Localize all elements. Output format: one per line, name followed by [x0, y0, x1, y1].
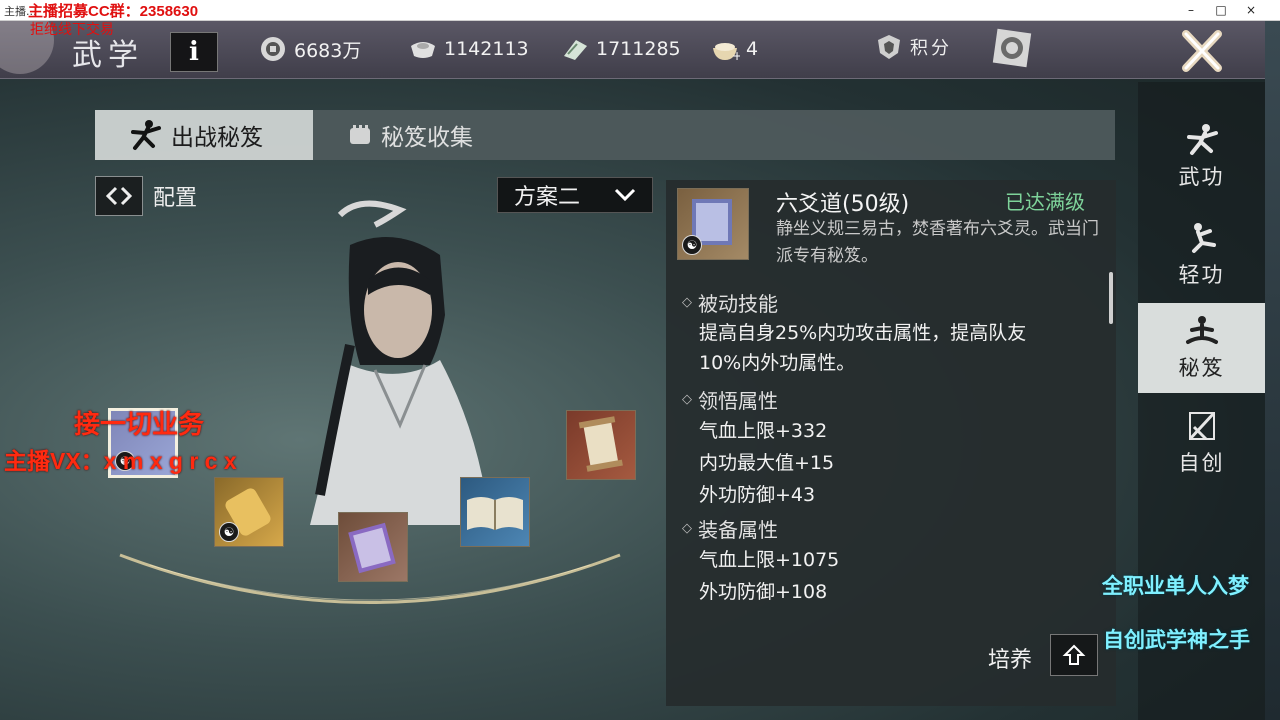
resource-silver: 1142113 — [408, 35, 529, 63]
plan-selected-value: 方案二 — [514, 185, 581, 210]
resource-value: 4 — [746, 38, 759, 60]
section-title-text: 装备属性 — [698, 518, 778, 542]
nav-label: 秘笈 — [1178, 356, 1225, 380]
section-title-text: 领悟属性 — [698, 389, 778, 413]
book-name: 六爻道(50级) — [776, 192, 910, 217]
tab-label: 秘笈收集 — [381, 125, 473, 151]
yin-yang-icon: ☯ — [682, 235, 702, 255]
tab-active-books[interactable]: 出战秘笈 — [95, 110, 313, 160]
info-button[interactable]: i — [170, 32, 218, 72]
section-line: 气血上限+332 — [699, 420, 828, 442]
section-passive-title: ◇ 被动技能 — [682, 288, 778, 317]
nav-secret-books[interactable]: 秘笈 — [1138, 303, 1265, 393]
plan-dropdown[interactable]: 方案二 — [497, 177, 653, 213]
config-button[interactable] — [95, 176, 143, 216]
resource-value: 6683万 — [294, 39, 362, 62]
mirror-icon[interactable] — [992, 28, 1032, 68]
minimize-button[interactable]: – — [1176, 1, 1206, 19]
stream-recruit-overlay: 主播招募CC群：2358630 — [28, 3, 199, 20]
resource-jade: 1711285 — [560, 35, 681, 63]
martial-pose-icon — [1186, 124, 1218, 155]
business-overlay: 接一切业务 — [74, 409, 205, 439]
diamond-icon: ◇ — [682, 295, 692, 310]
bowl-plus-icon: + — [710, 36, 740, 62]
book-slot[interactable]: ☯ — [214, 477, 284, 547]
diamond-icon: ◇ — [682, 392, 692, 407]
tab-book-collection[interactable]: 秘笈收集 — [313, 110, 573, 160]
cultivate-button[interactable] — [1050, 634, 1098, 676]
section-line: 气血上限+1075 — [699, 549, 840, 571]
purple-book-icon — [348, 522, 396, 574]
meditation-icon — [1185, 316, 1218, 344]
chevron-down-icon — [614, 188, 636, 202]
contact-overlay: 主播VX：x m x g r c x — [4, 448, 237, 474]
resource-value: 1142113 — [444, 38, 529, 60]
promo-overlay-2: 自创武学神之手 — [1103, 629, 1250, 652]
max-level-status: 已达满级 — [1005, 190, 1085, 214]
crossed-swords-icon — [1188, 411, 1215, 441]
section-line: 提高自身25%内功攻击属性，提高队友 — [699, 322, 1027, 344]
jade-icon — [560, 36, 590, 62]
config-label: 配置 — [153, 186, 198, 211]
section-line: 10%内外功属性。 — [699, 352, 856, 374]
arrow-up-icon — [1062, 644, 1086, 665]
maximize-button[interactable]: □ — [1206, 1, 1236, 19]
stream-notice-overlay: 拒绝线下交易 — [30, 21, 114, 37]
section-line: 外功防御+108 — [699, 581, 828, 603]
tab-label: 出战秘笈 — [171, 125, 263, 151]
game-view: 武学 i 6683万 1142113 1711285 + 4 积分 出战秘笈 秘… — [0, 20, 1265, 720]
book-slot[interactable] — [566, 410, 636, 480]
svg-text:+: + — [732, 49, 740, 62]
section-line: 内功最大值+15 — [699, 452, 835, 474]
resource-coin: 6683万 — [258, 35, 361, 63]
section-passive-body: 提高自身25%内功攻击属性，提高队友 10%内外功属性。 — [699, 318, 1026, 378]
section-comprehension-body: 气血上限+332 内功最大值+15 外功防御+43 — [699, 415, 834, 511]
tab-bar: 出战秘笈 秘笈收集 — [95, 110, 1115, 160]
yin-yang-icon: ☯ — [219, 522, 239, 542]
window-close-button[interactable]: × — [1236, 1, 1266, 19]
lightness-kick-icon — [1191, 223, 1216, 253]
section-equip-body: 气血上限+1075 外功防御+108 — [699, 544, 839, 608]
nav-label: 自创 — [1178, 451, 1225, 475]
book-detail-icon: ☯ — [677, 188, 749, 260]
scroll-icon — [350, 125, 370, 144]
score-button[interactable]: 积分 — [876, 33, 952, 61]
resource-bowl: + 4 — [710, 35, 758, 63]
martial-pose-icon — [131, 120, 161, 150]
coin-icon — [258, 36, 288, 62]
promo-overlay-1: 全职业单人入梦 — [1102, 575, 1249, 598]
nav-self-created[interactable]: 自创 — [1138, 398, 1265, 488]
score-label: 积分 — [910, 38, 952, 59]
cultivate-label: 培养 — [988, 648, 1033, 673]
resource-value: 1711285 — [596, 38, 681, 60]
book-description: 静坐义规三易古，焚香著布六爻灵。武当门派专有秘笈。 — [776, 219, 1099, 266]
character-portrait — [310, 200, 490, 525]
link-chevron-icon — [105, 186, 133, 206]
section-comprehension-title: ◇ 领悟属性 — [682, 385, 778, 414]
silver-ingot-icon — [408, 36, 438, 62]
section-equip-title: ◇ 装备属性 — [682, 514, 778, 543]
book-slot[interactable] — [460, 477, 530, 547]
shield-icon — [878, 35, 900, 59]
scroll-bundle-icon — [578, 416, 623, 472]
nav-martial-arts[interactable]: 武功 — [1138, 112, 1265, 202]
detail-scrollbar[interactable] — [1109, 272, 1113, 324]
right-edge-strip — [1265, 20, 1280, 720]
diamond-icon: ◇ — [682, 521, 692, 536]
close-icon[interactable] — [1172, 26, 1232, 76]
nav-label: 轻功 — [1178, 263, 1225, 287]
section-line: 外功防御+43 — [699, 484, 816, 506]
book-slot[interactable] — [338, 512, 408, 582]
nav-lightness-skill[interactable]: 轻功 — [1138, 210, 1265, 300]
nav-label: 武功 — [1178, 165, 1225, 189]
section-title-text: 被动技能 — [698, 292, 778, 316]
open-book-icon — [467, 497, 523, 530]
top-bar: 武学 i 6683万 1142113 1711285 + 4 积分 — [0, 20, 1265, 79]
